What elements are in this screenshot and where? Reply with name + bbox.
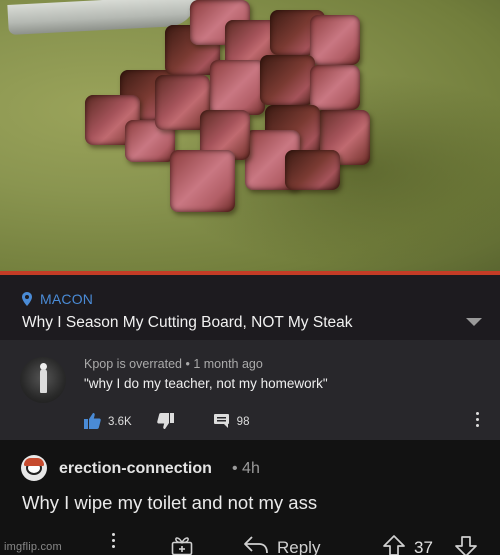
reddit-comment: erection-connection • 4h Why I wipe my t… — [0, 440, 500, 555]
video-title: Why I Season My Cutting Board, NOT My St… — [22, 314, 353, 331]
comment-actions: 3.6K 98 — [84, 412, 250, 432]
steak-pile — [70, 0, 390, 230]
chevron-down-icon[interactable] — [466, 318, 482, 326]
avatar[interactable] — [21, 455, 47, 481]
youtube-comment: Kpop is overrated • 1 month ago "why I d… — [0, 340, 500, 440]
video-info: MACON Why I Season My Cutting Board, NOT… — [0, 275, 500, 340]
comment-text: Why I wipe my toilet and not my ass — [22, 492, 318, 513]
award-icon[interactable] — [171, 536, 193, 555]
comment-actions: Reply 37 — [0, 533, 500, 555]
reply-arrow-icon[interactable] — [243, 536, 269, 555]
comment-time: 1 month ago — [193, 357, 263, 371]
comment-text: "why I do my teacher, not my homework" — [84, 376, 328, 391]
thumbs-down-icon[interactable] — [156, 412, 174, 432]
kebab-menu-icon[interactable] — [476, 412, 480, 430]
location-row[interactable]: MACON — [22, 291, 93, 307]
downvote-icon[interactable] — [454, 535, 478, 555]
comment-author[interactable]: erection-connection — [59, 460, 212, 478]
reply-comment-icon[interactable] — [213, 413, 229, 431]
reply-button[interactable]: Reply — [277, 538, 320, 555]
avatar[interactable] — [20, 357, 66, 403]
location-pin-icon — [22, 292, 32, 306]
comment-meta: Kpop is overrated • 1 month ago — [84, 357, 263, 371]
watermark: imgflip.com — [4, 541, 62, 553]
more-dots-icon[interactable] — [112, 533, 116, 551]
video-thumbnail[interactable] — [0, 0, 500, 275]
location-label[interactable]: MACON — [40, 291, 93, 307]
like-count: 3.6K — [108, 416, 132, 428]
upvote-icon[interactable] — [382, 535, 406, 555]
comment-author[interactable]: Kpop is overrated — [84, 357, 182, 371]
reply-count: 98 — [236, 416, 250, 428]
meta-separator: • — [185, 357, 190, 371]
comment-time: • 4h — [232, 460, 260, 477]
thumbs-up-icon[interactable] — [84, 412, 101, 432]
vote-score: 37 — [414, 538, 433, 555]
